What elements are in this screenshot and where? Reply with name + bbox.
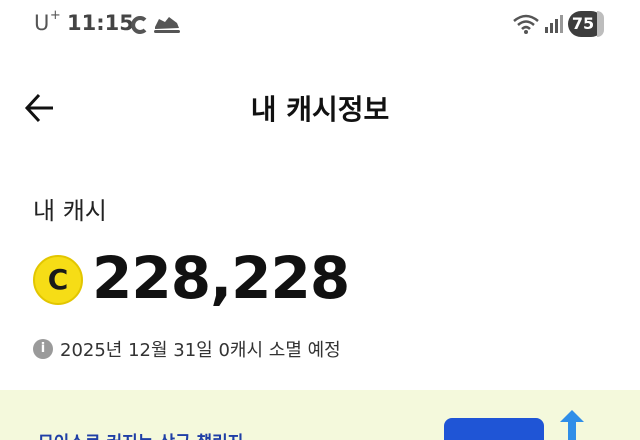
arrow-up-icon xyxy=(560,410,584,440)
banner-text: 모이스로 커지는 상금 챌린지 xyxy=(38,428,243,440)
page-title: 내 캐시정보 xyxy=(250,93,390,126)
battery-icon: 75 xyxy=(568,11,604,37)
coin-icon: C xyxy=(33,255,83,305)
cash-amount: 228,228 xyxy=(92,244,350,312)
signal-icon xyxy=(545,15,563,33)
status-bar: U+ 11:15 75 xyxy=(0,0,640,48)
shoe-icon xyxy=(154,17,180,33)
status-time: 11:15 xyxy=(67,11,134,35)
banner-graphic xyxy=(444,418,544,440)
app-header: 내 캐시정보 xyxy=(0,68,640,148)
info-icon: i xyxy=(33,339,53,359)
coupang-c-icon xyxy=(131,16,147,34)
promo-banner[interactable]: 모이스로 커지는 상금 챌린지 xyxy=(0,390,640,440)
wifi-icon xyxy=(513,14,539,34)
expire-notice: 2025년 12월 31일 0캐시 소멸 예정 xyxy=(60,340,341,361)
carrier-label: U+ xyxy=(34,8,62,35)
cash-label: 내 캐시 xyxy=(33,197,107,225)
